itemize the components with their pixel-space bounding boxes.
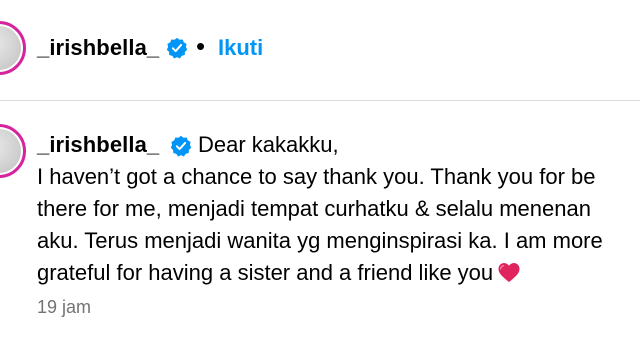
comment-avatar[interactable] <box>0 124 26 178</box>
red-heart-emoji-icon <box>498 263 520 282</box>
comment-username[interactable]: _irishbella_ <box>37 132 159 158</box>
verified-badge-icon <box>170 135 192 157</box>
post-username[interactable]: _irishbella_ <box>37 35 159 61</box>
post-header: _irishbella_ • Ikuti <box>0 0 640 100</box>
follow-button[interactable]: Ikuti <box>218 35 263 61</box>
comment-text-line: I haven’t got a chance to say thank you.… <box>37 164 596 189</box>
profile-avatar[interactable] <box>0 21 26 75</box>
comment-text-line: aku. Terus menjadi wanita yg menginspira… <box>37 228 603 253</box>
comment-text-first-line: Dear kakakku, <box>198 132 339 157</box>
comment-text-line-last: grateful for having a sister and a frien… <box>37 260 521 286</box>
separator-dot: • <box>196 31 206 61</box>
comment-text-line: there for me, menjadi tempat curhatku & … <box>37 196 591 221</box>
comment-text-line: grateful for having a sister and a frien… <box>37 260 494 285</box>
comment-timestamp: 19 jam <box>37 297 92 317</box>
instagram-post-view: _irishbella_ • Ikuti _irishbella_ Dear k… <box>0 0 640 360</box>
divider <box>0 100 640 101</box>
verified-badge-icon <box>166 37 188 59</box>
